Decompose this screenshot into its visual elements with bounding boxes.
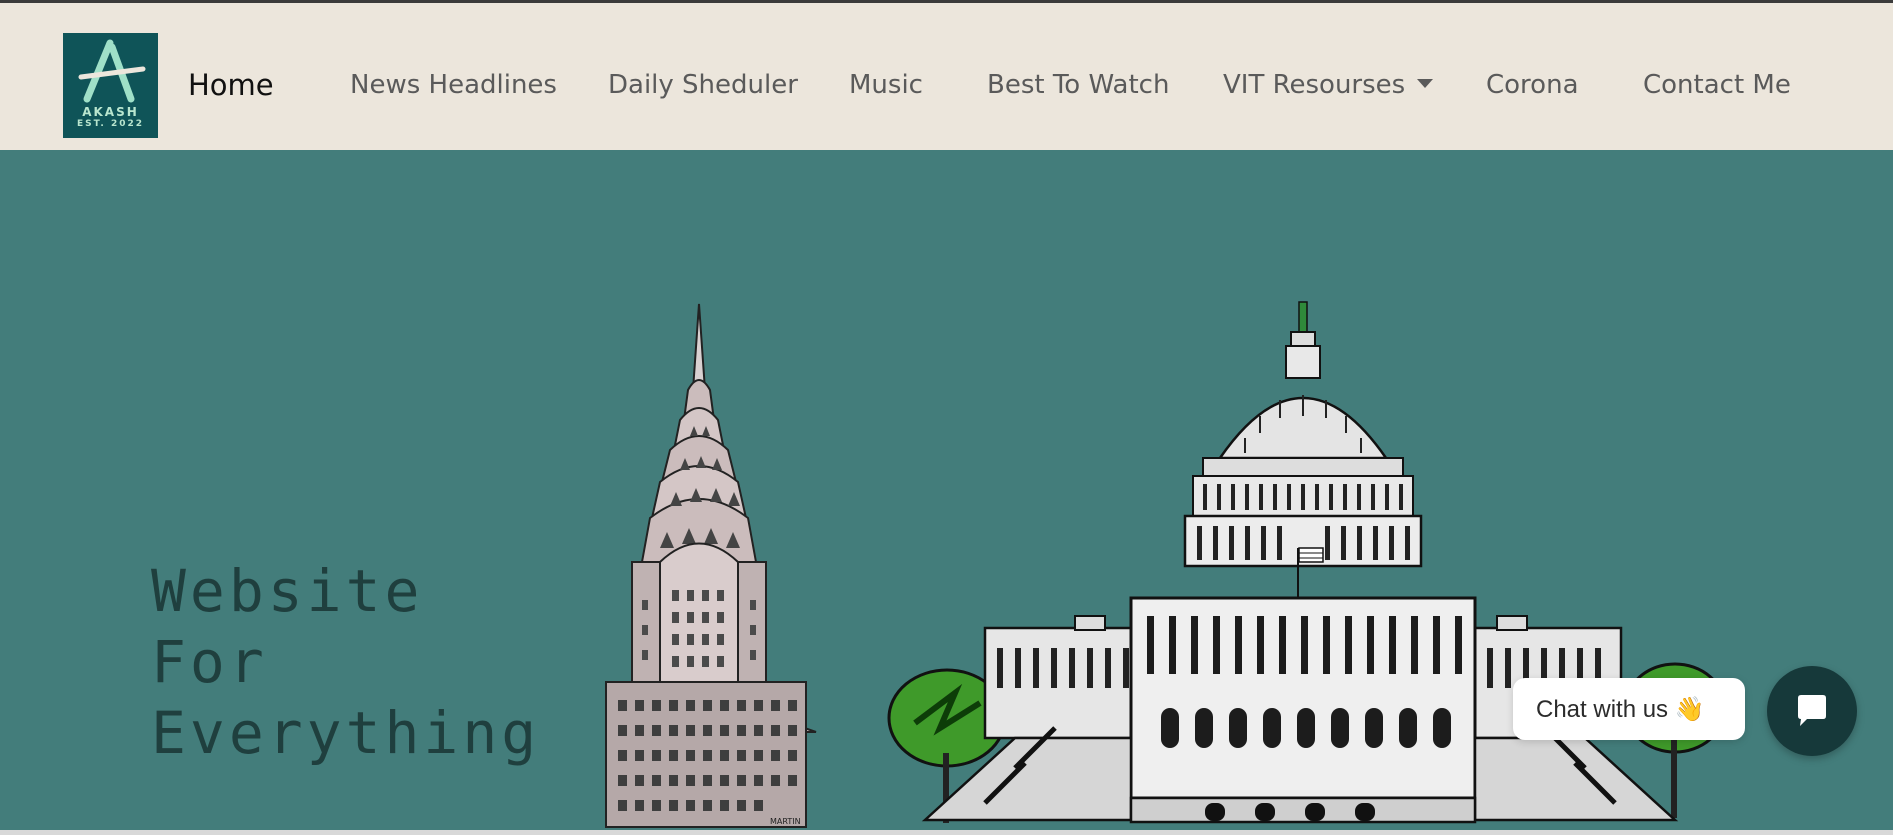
chrysler-building-illustration: MARTIN	[605, 303, 817, 828]
waving-hand-icon: 👋	[1674, 696, 1705, 723]
bottom-border	[0, 830, 1893, 835]
chat-with-us-label: Chat with us 👋	[1536, 695, 1705, 724]
hero-title-line: Everything	[151, 699, 541, 767]
capitol-building-illustration	[887, 301, 1715, 824]
nav-daily-sheduler[interactable]: Daily Sheduler	[608, 70, 798, 100]
nav-corona[interactable]: Corona	[1486, 70, 1579, 100]
navbar: AKASH EST. 2022 Home News Headlines Dail…	[0, 3, 1893, 150]
caret-down-icon	[1417, 79, 1434, 88]
chat-with-us-bubble[interactable]: Chat with us 👋	[1513, 678, 1745, 740]
open-chat-button[interactable]	[1767, 666, 1857, 756]
nav-news-headlines[interactable]: News Headlines	[350, 70, 557, 100]
hero-title: Website For Everything	[151, 556, 540, 769]
chat-icon	[1798, 695, 1826, 726]
nav-vit-resourses-label: VIT Resourses	[1223, 70, 1406, 100]
hero-title-line: For	[151, 628, 268, 696]
logo-a-icon	[78, 39, 146, 103]
nav-contact-me[interactable]: Contact Me	[1643, 70, 1791, 100]
nav-best-to-watch[interactable]: Best To Watch	[987, 70, 1169, 100]
artist-signature: MARTIN	[770, 817, 801, 826]
nav-vit-resourses-dropdown[interactable]: VIT Resourses	[1223, 70, 1434, 100]
nav-home[interactable]: Home	[188, 68, 274, 102]
akash-logo[interactable]: AKASH EST. 2022	[63, 33, 158, 138]
chat-bubble-text: Chat with us	[1536, 696, 1669, 723]
logo-word: AKASH	[82, 105, 139, 119]
hero-title-line: Website	[151, 557, 424, 625]
nav-music[interactable]: Music	[849, 70, 923, 100]
logo-est: EST. 2022	[76, 119, 144, 129]
